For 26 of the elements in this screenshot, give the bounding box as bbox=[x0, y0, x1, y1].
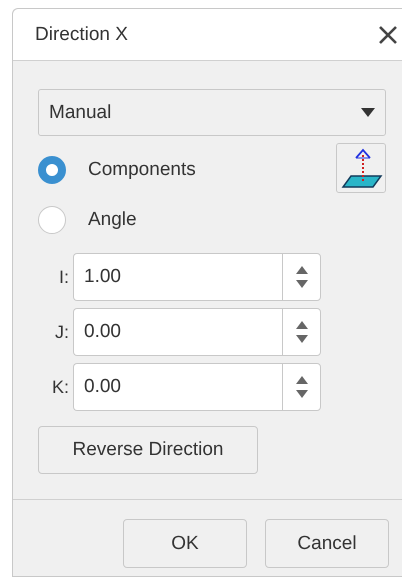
spin-buttons[interactable] bbox=[282, 363, 321, 411]
number-field[interactable]: 0.00 bbox=[73, 308, 282, 356]
mode-dropdown[interactable]: Manual bbox=[38, 89, 386, 136]
dialog-button[interactable]: Cancel bbox=[265, 519, 389, 568]
dialog-button[interactable]: OK bbox=[123, 519, 247, 568]
field-label: K: bbox=[50, 376, 70, 398]
reverse-direction-button[interactable]: Reverse Direction bbox=[38, 426, 258, 474]
spin-buttons[interactable] bbox=[282, 308, 321, 356]
spin-down-icon[interactable] bbox=[296, 280, 308, 288]
close-icon[interactable] bbox=[378, 24, 398, 44]
number-field[interactable]: 1.00 bbox=[73, 253, 282, 301]
spin-up-icon[interactable] bbox=[296, 266, 308, 274]
spin-down-icon[interactable] bbox=[296, 390, 308, 398]
spin-buttons[interactable] bbox=[282, 253, 321, 301]
caret-icon bbox=[361, 108, 375, 117]
radio-option[interactable]: Angle bbox=[38, 206, 196, 234]
direction-picker-button[interactable] bbox=[336, 143, 386, 193]
spin-up-icon[interactable] bbox=[296, 376, 308, 384]
spin-down-icon[interactable] bbox=[296, 335, 308, 343]
number-field[interactable]: 0.00 bbox=[73, 363, 282, 411]
field-label: I: bbox=[58, 266, 70, 288]
radio-option[interactable]: Components bbox=[38, 156, 196, 184]
spin-up-icon[interactable] bbox=[296, 321, 308, 329]
plane-normal-icon bbox=[339, 146, 383, 190]
window-title: Direction X bbox=[35, 24, 128, 46]
field-label: J: bbox=[54, 322, 70, 342]
